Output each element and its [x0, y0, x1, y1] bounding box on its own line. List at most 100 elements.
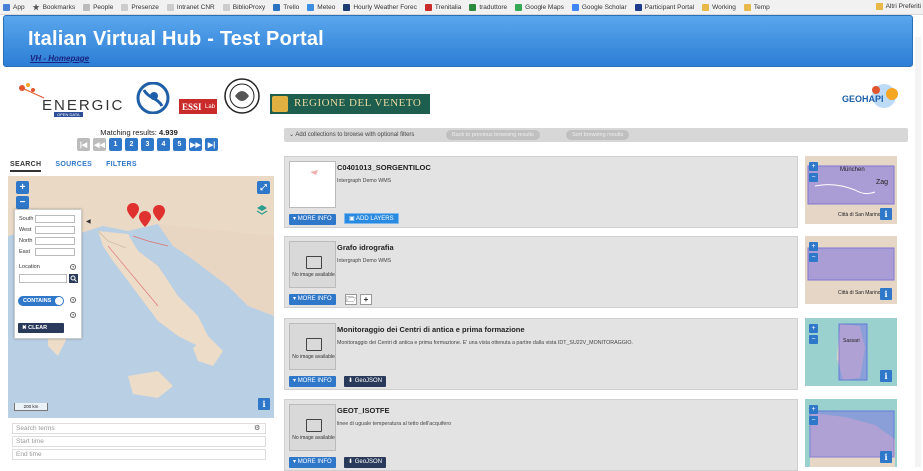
mini-map-zoom-in[interactable]: +	[809, 324, 818, 333]
search-icon	[70, 275, 77, 282]
north-input[interactable]	[35, 237, 75, 245]
lion-icon	[272, 96, 288, 112]
regione-veneto-logo: REGIONE DEL VENETO	[270, 94, 430, 114]
result-thumbnail: No image available	[289, 404, 336, 451]
plus-icon[interactable]: +	[360, 294, 372, 305]
bookmark-folder-temp[interactable]: Temp	[743, 3, 770, 11]
more-info-button[interactable]: ▾ MORE INFO	[289, 376, 336, 387]
back-to-previous-button[interactable]: Back to previous browsing results	[446, 130, 540, 140]
result-title[interactable]: C0401013_SORGENTILOC	[337, 163, 431, 172]
first-page-button[interactable]: |◀	[77, 138, 90, 151]
homepage-link[interactable]: VH - Homepage	[30, 54, 89, 63]
clear-help-icon[interactable]: ?	[70, 312, 76, 318]
mini-map-zoom-in[interactable]: +	[809, 162, 818, 171]
mini-map-zoom-out[interactable]: −	[809, 416, 818, 425]
bookmark-people[interactable]: People	[83, 3, 113, 11]
map-info-button[interactable]: i	[258, 398, 270, 410]
bookmark-google-maps[interactable]: Google Maps	[515, 3, 564, 11]
search-terms-input[interactable]: Search terms	[12, 423, 266, 434]
location-search-button[interactable]	[69, 274, 78, 283]
bookmark-participant-portal[interactable]: Participant Portal	[634, 3, 694, 11]
more-info-button[interactable]: ▾ MORE INFO	[289, 214, 336, 225]
result-mini-map-1[interactable]: München Zag Città di San Marino + − i	[805, 156, 897, 224]
bookmark-google-scholar[interactable]: Google Scholar	[571, 3, 627, 11]
contains-toggle[interactable]: CONTAINS	[18, 296, 64, 306]
map-zoom-out-button[interactable]: −	[16, 196, 29, 209]
bookmark-presenze[interactable]: Presenze	[121, 3, 159, 11]
mini-map-zoom-in[interactable]: +	[809, 405, 818, 414]
collapse-filter-arrow[interactable]: ◀	[86, 218, 91, 225]
end-time-input[interactable]: End time	[12, 449, 266, 460]
west-input[interactable]	[35, 226, 75, 234]
page-scrollbar[interactable]	[915, 37, 921, 467]
result-thumbnail	[289, 161, 336, 208]
location-help-icon[interactable]: ?	[70, 264, 76, 270]
location-input[interactable]	[19, 274, 67, 283]
result-title[interactable]: GEOT_ISOTFE	[337, 406, 390, 415]
cnr-logo-mark	[136, 81, 170, 115]
folder-icon	[875, 3, 883, 10]
mini-map-info-button[interactable]: i	[880, 208, 892, 220]
map-pins	[127, 203, 165, 227]
start-time-input[interactable]: Start time	[12, 436, 266, 447]
south-input[interactable]	[35, 215, 75, 223]
page-3-button[interactable]: 3	[141, 138, 154, 151]
mini-map-zoom-out[interactable]: −	[809, 335, 818, 344]
bookmark-biblioproxy[interactable]: BiblioProxy	[222, 3, 265, 11]
chevron-down-icon[interactable]: ⌄	[289, 132, 294, 138]
result-title[interactable]: Grafo idrografia	[337, 243, 394, 252]
result-mini-map-3[interactable]: Sassari + − i	[805, 318, 897, 386]
page-4-button[interactable]: 4	[157, 138, 170, 151]
bookmark-other[interactable]: Altri Preferiti	[875, 3, 921, 10]
bookmark-trello[interactable]: Trello	[273, 3, 299, 11]
result-mini-map-2[interactable]: Città di San Marino + − i	[805, 236, 897, 304]
geojson-download-button[interactable]: ⬇ GeoJSON	[344, 376, 387, 387]
east-input[interactable]	[35, 248, 75, 256]
mini-map-zoom-out[interactable]: −	[809, 173, 818, 182]
mini-map-zoom-in[interactable]: +	[809, 242, 818, 251]
page-5-button[interactable]: 5	[173, 138, 186, 151]
page-1-button[interactable]: 1	[109, 138, 122, 151]
mini-map-info-button[interactable]: i	[880, 288, 892, 300]
portal-header: Italian Virtual Hub - Test Portal VH - H…	[3, 15, 913, 67]
last-page-button[interactable]: ▶|	[205, 138, 218, 151]
sort-results-button[interactable]: Sort browsing results	[566, 130, 630, 140]
more-info-button[interactable]: ▾ MORE INFO	[289, 457, 336, 468]
pagination: |◀ ◀◀ 1 2 3 4 5 ▶▶ ▶|	[77, 138, 221, 151]
mini-map-info-button[interactable]: i	[880, 370, 892, 382]
geohapi-logo: GEOHAPI	[840, 82, 908, 112]
next-page-button[interactable]: ▶▶	[189, 138, 202, 151]
bookmark-bookmarks[interactable]: Bookmarks	[32, 3, 75, 11]
bookmark-hourly-weather[interactable]: Hourly Weather Forec	[343, 3, 417, 11]
tab-search[interactable]: SEARCH	[10, 161, 42, 172]
search-options-icon[interactable]: ⚙	[254, 424, 260, 432]
result-card-3: No image available Monitoraggio dei Cent…	[284, 318, 798, 390]
result-description: Intergraph Demo WMS	[337, 258, 392, 264]
folder-open-icon[interactable]: 🗁	[345, 294, 357, 305]
bookmark-app[interactable]: App	[3, 3, 25, 11]
mini-map-info-button[interactable]: i	[880, 451, 892, 463]
bookmark-intranet[interactable]: Intranet CNR	[166, 3, 215, 11]
page-2-button[interactable]: 2	[125, 138, 138, 151]
bookmark-meteo[interactable]: Meteo	[307, 3, 335, 11]
previous-page-button[interactable]: ◀◀	[93, 138, 106, 151]
result-mini-map-4[interactable]: + − i	[805, 399, 897, 467]
cnr-logo	[134, 81, 172, 115]
clear-button[interactable]: ✖ CLEAR	[18, 323, 64, 333]
layers-icon[interactable]	[256, 204, 268, 216]
bookmarks-bar: App Bookmarks People Presenze Intranet C…	[0, 0, 923, 15]
bookmark-trenitalia[interactable]: Trenitalia	[424, 3, 461, 11]
map-fullscreen-button[interactable]: ⤢	[257, 181, 270, 194]
contains-help-icon[interactable]: ?	[70, 297, 76, 303]
more-info-button[interactable]: ▾ MORE INFO	[289, 294, 336, 305]
map-zoom-in-button[interactable]: +	[16, 181, 29, 194]
search-map[interactable]: + − ⤢ South West North East Location ? C…	[8, 176, 274, 418]
bookmark-folder-working[interactable]: Working	[702, 3, 736, 11]
geojson-download-button[interactable]: ⬇ GeoJSON	[344, 457, 387, 468]
bookmark-traduttore[interactable]: traduttore	[469, 3, 507, 11]
tab-filters[interactable]: FILTERS	[106, 161, 137, 172]
tab-sources[interactable]: SOURCES	[55, 161, 92, 172]
add-layers-button[interactable]: ▣ ADD LAYERS	[344, 213, 399, 224]
result-title[interactable]: Monitoraggio dei Centri di antica e prim…	[337, 325, 525, 334]
mini-map-zoom-out[interactable]: −	[809, 253, 818, 262]
